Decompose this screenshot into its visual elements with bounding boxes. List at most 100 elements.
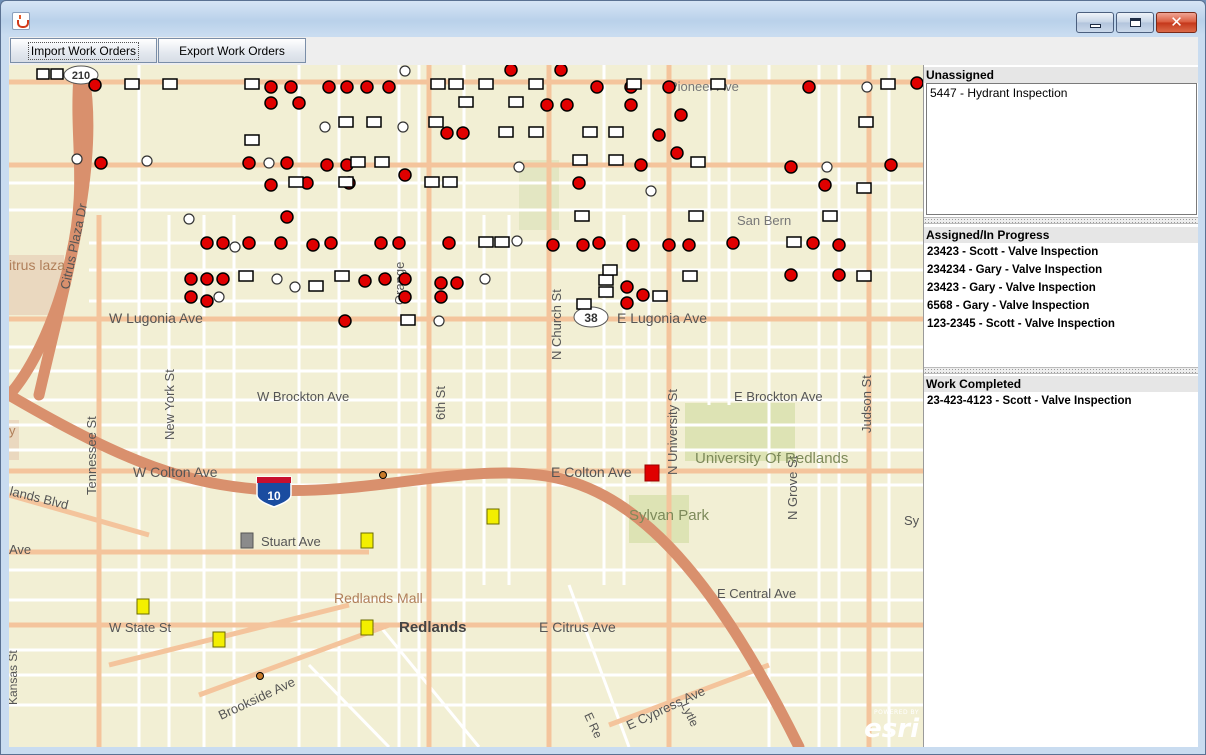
place-label: Sylvan Park [629,507,710,524]
street-label: Pioneer Ave [669,79,739,94]
work-order-marker-icon [360,619,374,636]
valve-marker-icon [620,296,634,310]
selected-work-order-marker-icon[interactable] [644,464,660,482]
valve-marker-icon [200,272,214,286]
street-label: E Citrus Ave [539,619,616,635]
toolbar: Import Work Orders Export Work Orders [9,37,1198,65]
list-item[interactable]: 23423 - Scott - Valve Inspection [924,243,1198,261]
meter-marker-icon [528,78,544,90]
valve-marker-icon [242,156,256,170]
valve-marker-icon [450,276,464,290]
valve-marker-icon [184,290,198,304]
meter-marker-icon [822,210,838,222]
meter-marker-icon [494,236,510,248]
meter-marker-icon [682,270,698,282]
street-label: Stuart Ave [261,534,321,549]
street-label: E Lugonia Ave [617,310,707,326]
hydrant-marker-icon [319,121,331,133]
hydrant-marker-icon [821,161,833,173]
meter-marker-icon [478,78,494,90]
meter-marker-icon [350,156,366,168]
valve-marker-icon [358,274,372,288]
meter-marker-icon [50,68,64,80]
point-marker-icon[interactable] [379,471,387,479]
completed-work-order-marker-icon[interactable] [240,532,254,549]
java-app-icon[interactable] [12,12,30,30]
splitter-handle[interactable] [924,367,1198,374]
valve-marker-icon [340,80,354,94]
basemap[interactable]: 10 38 210 W Lugonia Ave E Lugonia Ave W … [9,65,923,747]
export-work-orders-button[interactable]: Export Work Orders [158,38,306,63]
street-label: W Colton Ave [133,464,218,480]
valve-marker-icon [398,168,412,182]
meter-marker-icon [690,156,706,168]
route38-label: 38 [584,311,598,325]
minimize-button[interactable] [1076,12,1114,33]
valve-marker-icon [560,98,574,112]
street-label: 6th St [433,386,448,420]
valve-marker-icon [94,156,108,170]
hydrant-marker-icon [861,81,873,93]
unassigned-title: Unassigned [924,67,1198,83]
valve-marker-icon [306,238,320,252]
unassigned-list[interactable]: 5447 - Hydrant Inspection [926,83,1197,215]
hydrant-marker-icon [511,235,523,247]
meter-marker-icon [572,154,588,166]
meter-marker-icon [366,116,382,128]
meter-marker-icon [374,156,390,168]
street-label: E Brockton Ave [734,389,823,404]
street-label: Ave [9,542,31,557]
valve-marker-icon [216,236,230,250]
meter-marker-icon [856,182,872,194]
valve-marker-icon [670,146,684,160]
hydrant-marker-icon [433,315,445,327]
title-bar[interactable]: ✕ [1,1,1205,37]
list-item[interactable]: 23423 - Gary - Valve Inspection [924,279,1198,297]
work-order-marker-icon [136,598,150,615]
valve-marker-icon [818,178,832,192]
valve-marker-icon [832,238,846,252]
valve-marker-icon [634,158,648,172]
work-order-marker-icon [360,532,374,549]
meter-marker-icon [598,274,614,286]
close-button[interactable]: ✕ [1156,12,1197,33]
valve-marker-icon [292,96,306,110]
map-view[interactable]: 10 38 210 W Lugonia Ave E Lugonia Ave W … [9,65,923,747]
close-icon: ✕ [1170,13,1183,31]
meter-marker-icon [400,314,416,326]
esri-logo: POWERED BY esri [861,709,919,745]
completed-list[interactable]: 23-423-4123 - Scott - Valve Inspection [924,392,1198,410]
valve-marker-icon [652,128,666,142]
list-item[interactable]: 5447 - Hydrant Inspection [927,84,1196,102]
list-item[interactable]: 6568 - Gary - Valve Inspection [924,297,1198,315]
valve-marker-icon [576,238,590,252]
point-marker-icon[interactable] [256,672,264,680]
valve-marker-icon [88,78,102,92]
import-work-orders-button[interactable]: Import Work Orders [10,38,157,63]
hydrant-marker-icon [263,157,275,169]
valve-marker-icon [264,178,278,192]
meter-marker-icon [858,116,874,128]
street-label: W Brockton Ave [257,389,349,404]
list-item[interactable]: 23-423-4123 - Scott - Valve Inspection [924,392,1198,410]
list-item[interactable]: 234234 - Gary - Valve Inspection [924,261,1198,279]
street-label: San Bern [737,213,791,228]
list-item[interactable]: 123-2345 - Scott - Valve Inspection [924,315,1198,333]
valve-marker-icon [264,80,278,94]
meter-marker-icon [582,126,598,138]
splitter-handle[interactable] [924,217,1198,224]
street-label: W Lugonia Ave [109,310,203,326]
assigned-title: Assigned/In Progress [924,227,1198,243]
assigned-list[interactable]: 23423 - Scott - Valve Inspection 234234 … [924,243,1198,333]
maximize-button[interactable] [1116,12,1154,33]
meter-marker-icon [856,270,872,282]
valve-marker-icon [200,236,214,250]
valve-marker-icon [504,65,518,77]
street-label: Kansas St [9,650,20,705]
valve-marker-icon [884,158,898,172]
valve-marker-icon [806,236,820,250]
valve-marker-icon [910,76,923,90]
esri-brand-label: esri [864,714,919,744]
meter-marker-icon [430,78,446,90]
meter-marker-icon [334,270,350,282]
